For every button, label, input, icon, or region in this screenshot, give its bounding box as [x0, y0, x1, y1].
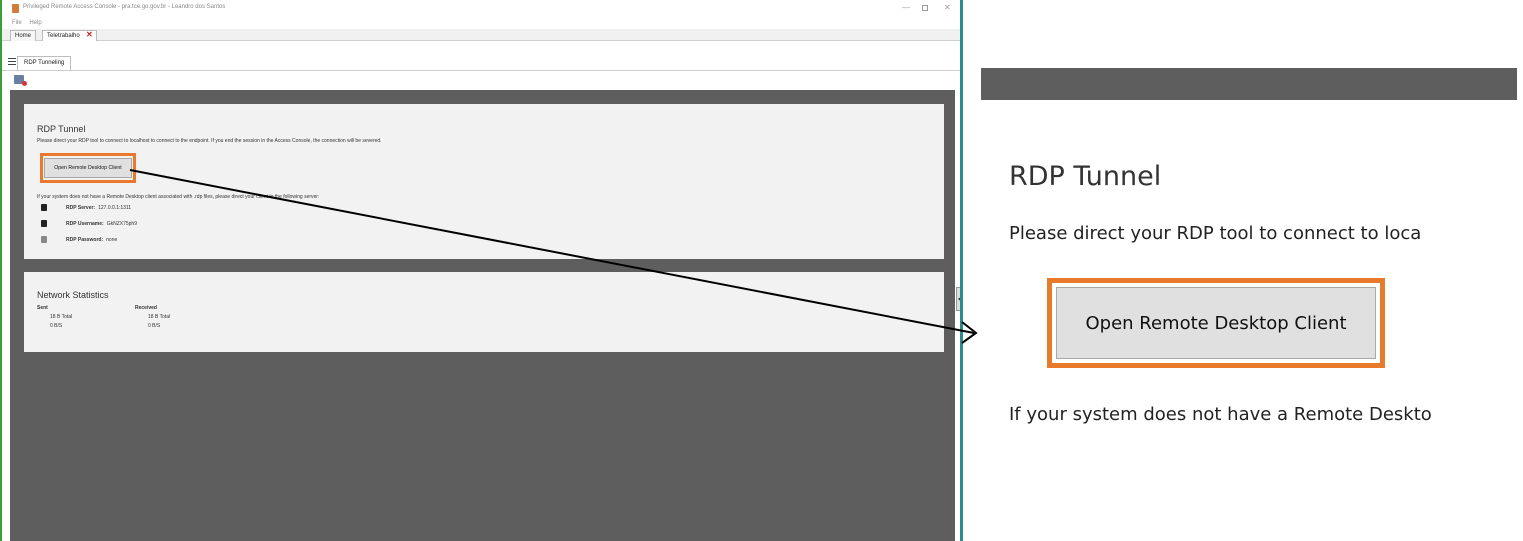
app-window: Privileged Remote Access Console - pra.t… — [0, 0, 963, 541]
rdp-username-value: GkNZX75ph9 — [106, 220, 137, 227]
zoom-content-band — [981, 68, 1517, 100]
rdp-fallback-text: If your system does not have a Remote De… — [37, 194, 320, 200]
zoom-rdp-instructions: Please direct your RDP tool to connect t… — [1009, 223, 1422, 244]
tab-close-icon[interactable]: ✕ — [86, 30, 93, 40]
copy-icon — [41, 236, 47, 243]
network-statistics-panel: Network Statistics Sent 18 B Total 0 B/S… — [24, 272, 944, 352]
received-total: 18 B Total — [148, 314, 171, 320]
sent-total: 18 B Total — [50, 314, 73, 320]
zoom-rdp-tunnel-title: RDP Tunnel — [1009, 161, 1162, 192]
copy-icon[interactable] — [41, 220, 47, 227]
session-status-icon[interactable] — [14, 75, 27, 86]
zoom-open-remote-desktop-client-button[interactable]: Open Remote Desktop Client — [1056, 287, 1376, 359]
rdp-server-value: 127.0.0.1:1311 — [98, 204, 132, 211]
minimize-icon[interactable]: — — [902, 3, 910, 13]
rdp-tunnel-panel: RDP Tunnel Please direct your RDP tool t… — [24, 104, 944, 259]
callout-arrow-head — [961, 321, 978, 344]
rdp-tunnel-title: RDP Tunnel — [37, 124, 86, 134]
tab-teletrabalho[interactable]: Teletrabalho ✕ — [42, 30, 97, 41]
menu-bar: File Help — [12, 20, 48, 26]
sent-header: Sent — [37, 305, 48, 311]
open-remote-desktop-client-button[interactable]: Open Remote Desktop Client — [44, 158, 132, 178]
rdp-server-row: RDP Server: 127.0.0.1:1311 — [41, 204, 131, 211]
tab-home[interactable]: Home — [10, 30, 37, 41]
maximize-icon[interactable] — [922, 5, 928, 11]
rdp-server-label: RDP Server: — [66, 204, 96, 211]
subtab-rdp-tunneling[interactable]: RDP Tunneling — [17, 56, 72, 70]
zoom-fallback-text: If your system does not have a Remote De… — [1009, 404, 1432, 425]
copy-icon[interactable] — [41, 204, 47, 211]
sent-column: Sent 18 B Total 0 B/S — [37, 305, 97, 332]
close-window-icon[interactable]: ✕ — [944, 3, 951, 13]
rdp-password-value: none — [106, 236, 118, 243]
received-rate: 0 B/S — [148, 323, 161, 329]
rdp-username-row: RDP Username: GkNZX75ph9 — [41, 220, 137, 227]
tab-home-label: Home — [15, 33, 32, 39]
zoomed-callout: RDP Tunnel Please direct your RDP tool t… — [981, 68, 1517, 434]
menu-help[interactable]: Help — [29, 20, 41, 26]
tab-strip: Home Teletrabalho ✕ — [2, 29, 960, 41]
rdp-password-row: RDP Password: none — [41, 236, 117, 243]
subtab-strip — [2, 59, 960, 71]
content-area: RDP Tunnel Please direct your RDP tool t… — [10, 90, 955, 541]
window-title: Privileged Remote Access Console - pra.t… — [23, 4, 226, 10]
menu-file[interactable]: File — [12, 20, 22, 26]
side-panel-collapse-handle[interactable] — [956, 287, 960, 311]
rdp-password-label: RDP Password: — [66, 236, 104, 243]
received-column: Received 18 B Total 0 B/S — [135, 305, 195, 332]
rdp-instructions: Please direct your RDP tool to connect t… — [37, 138, 382, 144]
network-statistics-title: Network Statistics — [37, 290, 109, 300]
hamburger-menu-icon[interactable] — [8, 58, 16, 65]
rdp-username-label: RDP Username: — [66, 220, 104, 227]
received-header: Received — [135, 305, 157, 311]
title-bar: Privileged Remote Access Console - pra.t… — [2, 0, 960, 18]
tab-teletrabalho-label: Teletrabalho — [47, 33, 80, 39]
subtab-rdp-tunneling-label: RDP Tunneling — [24, 60, 65, 66]
sent-rate: 0 B/S — [50, 323, 63, 329]
app-logo-icon — [12, 4, 19, 13]
